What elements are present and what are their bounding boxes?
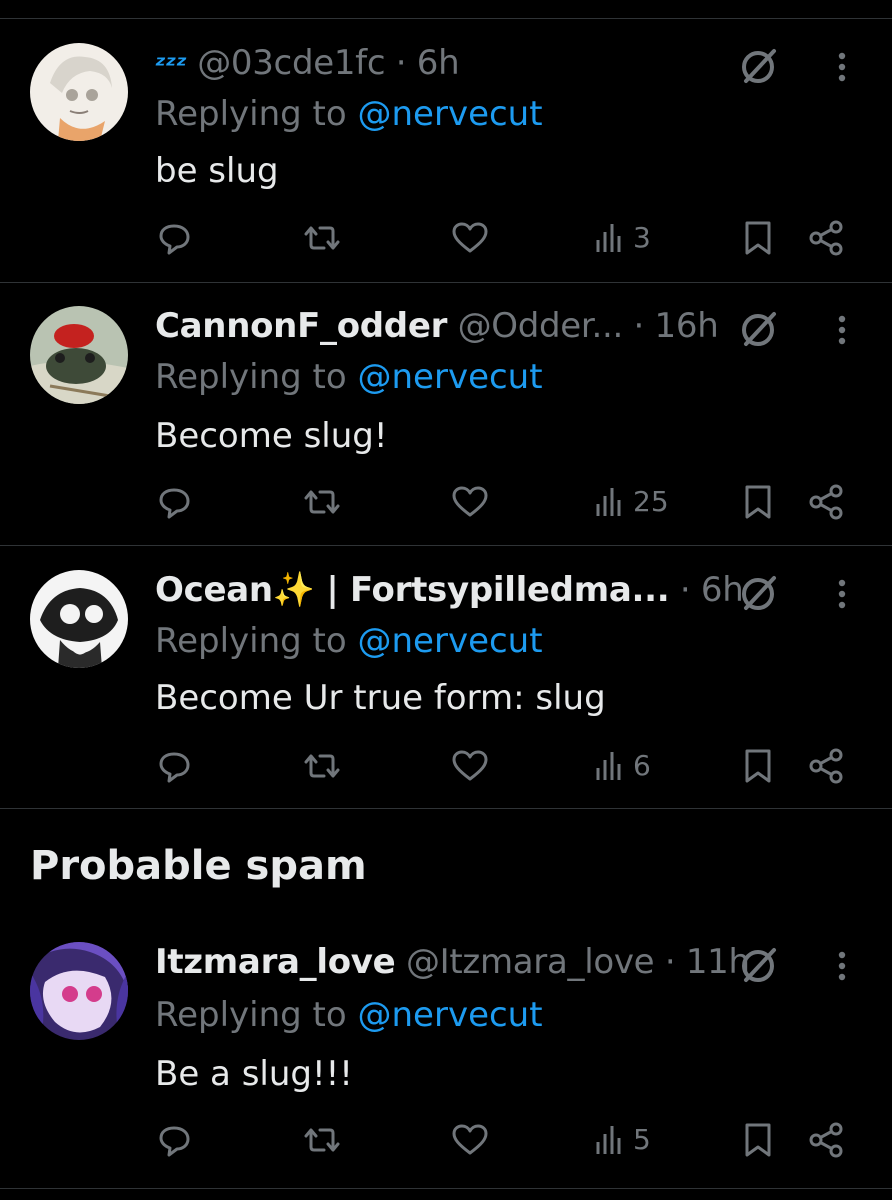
user-handle[interactable]: @Odder...	[458, 306, 624, 346]
post-time[interactable]: 16h	[655, 306, 719, 346]
replying-to: Replying to @nervecut	[155, 621, 543, 661]
divider	[0, 282, 892, 283]
post-header: ᶻᶻᶻ @03cde1fc · 6h	[155, 43, 460, 83]
avatar[interactable]	[30, 570, 128, 668]
share-icon[interactable]	[806, 1120, 846, 1160]
replying-to: Replying to @nervecut	[155, 995, 543, 1035]
reply-post[interactable]: Itzmara_love @Itzmara_love · 11h Replyin…	[0, 942, 892, 1182]
reply-post[interactable]: ᶻᶻᶻ @03cde1fc · 6h Replying to @nervecut…	[0, 43, 892, 283]
replying-to: Replying to @nervecut	[155, 357, 543, 397]
post-text: Become slug!	[155, 416, 388, 456]
replying-to-label: Replying to	[155, 357, 347, 397]
reply-icon[interactable]	[157, 1120, 193, 1160]
replying-to-label: Replying to	[155, 621, 347, 661]
replying-to: Replying to @nervecut	[155, 94, 543, 134]
reply-icon[interactable]	[157, 746, 193, 786]
views-count: 25	[633, 485, 669, 518]
divider	[0, 545, 892, 546]
divider	[0, 808, 892, 809]
grok-icon[interactable]	[738, 45, 780, 87]
views-count: 3	[633, 221, 651, 254]
display-name[interactable]: Itzmara_love	[155, 942, 396, 982]
separator-dot: ·	[395, 43, 417, 83]
post-header: Ocean✨ | Fortsypilledma... · 6h	[155, 570, 744, 610]
reply-icon[interactable]	[157, 482, 193, 522]
more-icon[interactable]	[832, 47, 852, 87]
avatar[interactable]	[30, 306, 128, 404]
share-icon[interactable]	[806, 746, 846, 786]
divider	[0, 1188, 892, 1189]
avatar[interactable]	[30, 942, 128, 1040]
more-icon[interactable]	[832, 946, 852, 986]
views-count: 5	[633, 1123, 651, 1156]
section-title: Probable spam	[30, 843, 367, 889]
repost-icon[interactable]	[300, 482, 344, 522]
post-text: be slug	[155, 151, 279, 191]
post-header: CannonF_odder @Odder... · 16h	[155, 306, 719, 346]
replying-to-label: Replying to	[155, 995, 347, 1035]
grok-icon[interactable]	[738, 572, 780, 614]
views-icon[interactable]	[593, 482, 629, 522]
post-text: Become Ur true form: slug	[155, 678, 606, 718]
divider	[0, 18, 892, 19]
repost-icon[interactable]	[300, 1120, 344, 1160]
action-bar: 6	[0, 746, 892, 786]
reply-post[interactable]: Ocean✨ | Fortsypilledma... · 6h Replying…	[0, 570, 892, 810]
mention-link[interactable]: @nervecut	[358, 995, 543, 1035]
bookmark-icon[interactable]	[740, 1120, 776, 1160]
avatar[interactable]	[30, 43, 128, 141]
repost-icon[interactable]	[300, 218, 344, 258]
grok-icon[interactable]	[738, 944, 780, 986]
post-header: Itzmara_love @Itzmara_love · 11h	[155, 942, 750, 982]
heart-icon[interactable]	[450, 482, 490, 522]
replying-to-label: Replying to	[155, 94, 347, 134]
bookmark-icon[interactable]	[740, 218, 776, 258]
user-handle[interactable]: @03cde1fc	[197, 43, 385, 83]
grok-icon[interactable]	[738, 308, 780, 350]
separator-dot: ·	[633, 306, 655, 346]
mention-link[interactable]: @nervecut	[358, 621, 543, 661]
heart-icon[interactable]	[450, 746, 490, 786]
separator-dot: ·	[679, 570, 701, 610]
action-bar: 3	[0, 218, 892, 258]
separator-dot: ·	[664, 942, 686, 982]
action-bar: 5	[0, 1120, 892, 1160]
views-icon[interactable]	[593, 1120, 629, 1160]
mention-link[interactable]: @nervecut	[358, 357, 543, 397]
user-handle[interactable]: @Itzmara_love	[406, 942, 655, 982]
display-name[interactable]: Ocean✨ | Fortsypilledma...	[155, 570, 670, 610]
heart-icon[interactable]	[450, 218, 490, 258]
reply-icon[interactable]	[157, 218, 193, 258]
display-name[interactable]: CannonF_odder	[155, 306, 447, 346]
share-icon[interactable]	[806, 218, 846, 258]
more-icon[interactable]	[832, 574, 852, 614]
bookmark-icon[interactable]	[740, 482, 776, 522]
post-text: Be a slug!!!	[155, 1054, 353, 1094]
post-time[interactable]: 6h	[417, 43, 460, 83]
heart-icon[interactable]	[450, 1120, 490, 1160]
repost-icon[interactable]	[300, 746, 344, 786]
views-icon[interactable]	[593, 218, 629, 258]
sleeping-emoji: ᶻᶻᶻ	[155, 51, 187, 81]
bookmark-icon[interactable]	[740, 746, 776, 786]
more-icon[interactable]	[832, 310, 852, 350]
action-bar: 25	[0, 482, 892, 522]
mention-link[interactable]: @nervecut	[358, 94, 543, 134]
views-icon[interactable]	[593, 746, 629, 786]
reply-post[interactable]: CannonF_odder @Odder... · 16h Replying t…	[0, 306, 892, 546]
views-count: 6	[633, 749, 651, 782]
share-icon[interactable]	[806, 482, 846, 522]
